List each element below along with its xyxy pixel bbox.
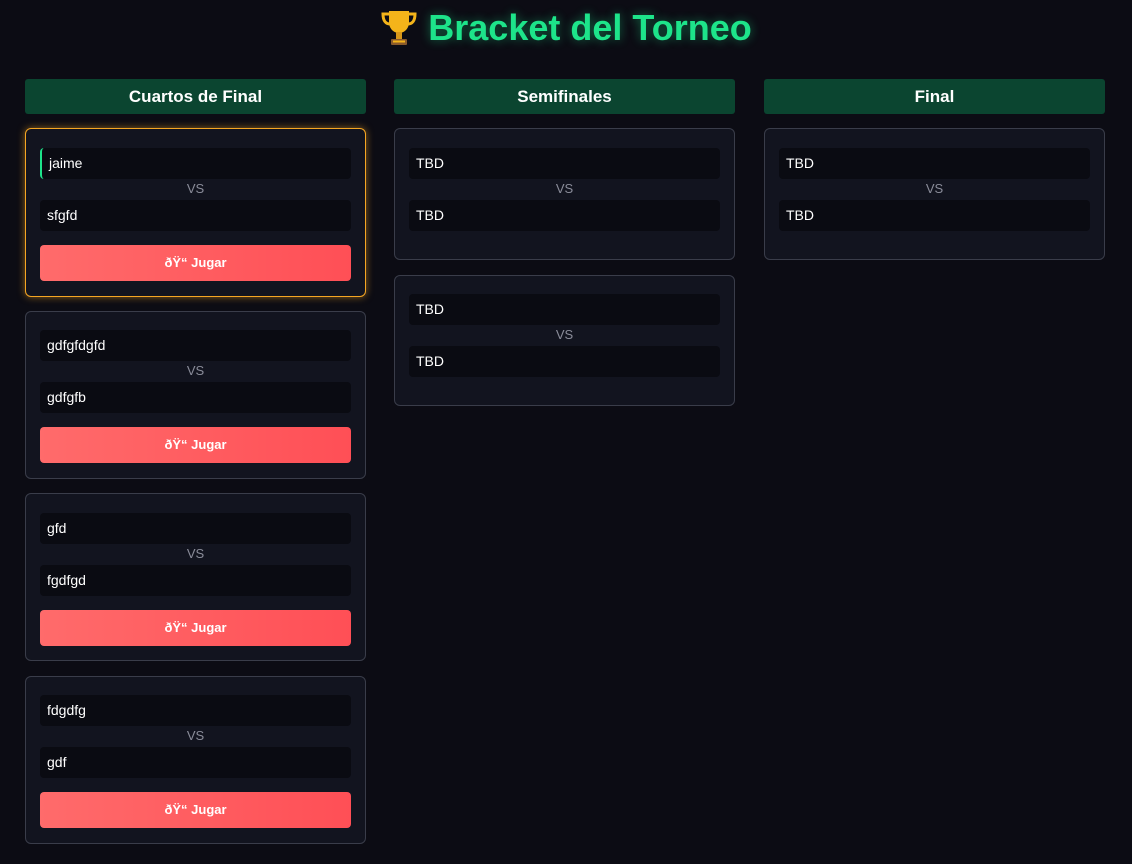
match-card: fdgdfg VS gdf ðŸ“ Jugar bbox=[25, 676, 366, 844]
player-slot[interactable]: fdgdfg bbox=[40, 695, 351, 726]
vs-label: VS bbox=[555, 327, 574, 342]
vs-label: VS bbox=[186, 728, 205, 743]
round-column-semifinals: Semifinales TBD VS TBD TBD VS TBD bbox=[394, 79, 735, 406]
match-card: TBD VS TBD bbox=[394, 275, 735, 406]
match-card: jaime VS sfgfd ðŸ“ Jugar bbox=[25, 128, 366, 297]
round-header: Semifinales bbox=[394, 79, 735, 114]
vs-label: VS bbox=[555, 181, 574, 196]
match-card: gdfgfdgfd VS gdfgfb ðŸ“ Jugar bbox=[25, 311, 366, 479]
player-slot[interactable]: TBD bbox=[779, 200, 1090, 231]
play-button[interactable]: ðŸ“ Jugar bbox=[40, 792, 351, 828]
player-slot[interactable]: TBD bbox=[779, 148, 1090, 179]
round-header: Cuartos de Final bbox=[25, 79, 366, 114]
player-slot[interactable]: sfgfd bbox=[40, 200, 351, 231]
player-slot[interactable]: gfd bbox=[40, 513, 351, 544]
player-slot[interactable]: TBD bbox=[409, 148, 720, 179]
player-slot[interactable]: gdfgfb bbox=[40, 382, 351, 413]
page-title: Bracket del Torneo bbox=[0, 8, 1132, 48]
player-slot[interactable]: gdfgfdgfd bbox=[40, 330, 351, 361]
play-button[interactable]: ðŸ“ Jugar bbox=[40, 245, 351, 281]
player-slot[interactable]: jaime bbox=[40, 148, 351, 179]
trophy-icon bbox=[380, 8, 418, 48]
vs-label: VS bbox=[186, 546, 205, 561]
match-card: TBD VS TBD bbox=[764, 128, 1105, 260]
player-slot[interactable]: gdf bbox=[40, 747, 351, 778]
player-slot[interactable]: TBD bbox=[409, 346, 720, 377]
match-card: gfd VS fgdfgd ðŸ“ Jugar bbox=[25, 493, 366, 661]
vs-label: VS bbox=[186, 363, 205, 378]
round-column-final: Final TBD VS TBD bbox=[764, 79, 1105, 260]
vs-label: VS bbox=[186, 181, 205, 196]
play-button[interactable]: ðŸ“ Jugar bbox=[40, 610, 351, 646]
player-slot[interactable]: fgdfgd bbox=[40, 565, 351, 596]
vs-label: VS bbox=[925, 181, 944, 196]
player-slot[interactable]: TBD bbox=[409, 200, 720, 231]
player-slot[interactable]: TBD bbox=[409, 294, 720, 325]
round-column-quarterfinals: Cuartos de Final jaime VS sfgfd ðŸ“ Juga… bbox=[25, 79, 366, 844]
page-title-text: Bracket del Torneo bbox=[428, 7, 752, 48]
match-card: TBD VS TBD bbox=[394, 128, 735, 260]
round-header: Final bbox=[764, 79, 1105, 114]
play-button[interactable]: ðŸ“ Jugar bbox=[40, 427, 351, 463]
